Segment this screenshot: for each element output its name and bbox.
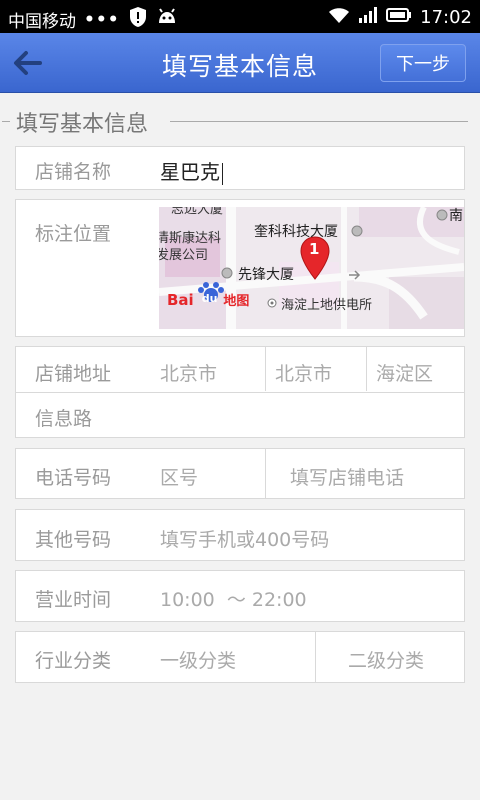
map-label-power-station: 海淀上地供电所 [281,298,373,313]
shield-icon [128,6,148,33]
map-label-company2: 发展公司 [159,248,209,263]
district-select[interactable]: 海淀区 [376,359,433,386]
phone-label: 电话号码 [35,467,112,489]
other-phone-label: 其他号码 [35,529,112,551]
phone-row: 电话号码 区号 填写店铺电话 [15,448,465,499]
android-icon [156,7,178,32]
street-input[interactable]: 信息路 [35,404,92,431]
city-select[interactable]: 北京市 [275,359,332,386]
signal-icon [358,6,378,29]
address-divider-2 [366,347,367,391]
store-phone-input[interactable]: 填写店铺电话 [290,463,404,490]
category-level2-select[interactable]: 二级分类 [348,646,424,673]
store-name-input[interactable]: 星巴克 [160,156,223,185]
map-label-right: 南 [449,208,463,224]
address-row: 店铺地址 北京市 北京市 海淀区 信息路 [15,346,465,438]
store-name-value: 星巴克 [160,160,220,184]
map-label-building-main: 奎科科技大厦 [254,224,338,240]
province-select[interactable]: 北京市 [160,359,217,386]
title-bar: 填写基本信息 下一步 [0,33,480,93]
baidu-logo-suffix: 地图 [223,294,250,309]
baidu-logo: Bai du 地图 [167,290,249,309]
store-name-row[interactable]: 店铺名称 星巴克 [15,146,465,190]
hours-label: 营业时间 [35,589,112,611]
other-phone-input[interactable]: 填写手机或400号码 [160,525,329,552]
map-label-top: 志远大厦 [171,207,224,217]
map-label-building-target: 先锋大厦 [238,267,294,283]
store-name-label: 店铺名称 [35,161,112,183]
battery-icon [386,7,412,28]
baidu-logo-paw: du [201,292,218,305]
next-step-button[interactable]: 下一步 [380,44,466,82]
section-header: 填写基本信息 [0,104,480,138]
map-marker-number[interactable]: 1 [309,240,319,258]
wifi-icon [328,6,350,29]
category-row: 行业分类 一级分类 二级分类 [15,631,465,683]
status-bar: 中国移动 ••• 17:02 [0,0,480,33]
category-label: 行业分类 [35,650,112,672]
carrier-label: 中国移动 [8,12,76,32]
hours-row: 营业时间 10:00 ～ 22:00 [15,570,465,622]
section-title: 填写基本信息 [16,112,149,137]
phone-divider [265,449,266,498]
location-row: 标注位置 志远大厦 清斯康达科 发展公司 奎科科技大厦 先锋大厦 海淀上地供电所… [15,199,465,337]
text-cursor [222,162,223,185]
clock: 17:02 [420,7,472,28]
baidu-logo-prefix: Bai [167,291,194,309]
category-divider [315,632,316,682]
area-code-input[interactable]: 区号 [160,463,198,490]
hours-picker[interactable]: 10:00 ～ 22:00 [160,585,307,612]
location-label: 标注位置 [35,223,112,245]
address-divider-h [16,392,464,393]
address-divider-1 [265,347,266,391]
address-label: 店铺地址 [35,363,112,385]
section-divider-right [170,121,468,122]
section-divider-left [2,121,10,122]
category-level1-select[interactable]: 一级分类 [160,646,236,673]
notification-dots: ••• [84,9,120,30]
location-map[interactable]: 志远大厦 清斯康达科 发展公司 奎科科技大厦 先锋大厦 海淀上地供电所 南 1 … [159,207,464,329]
other-phone-row: 其他号码 填写手机或400号码 [15,509,465,561]
